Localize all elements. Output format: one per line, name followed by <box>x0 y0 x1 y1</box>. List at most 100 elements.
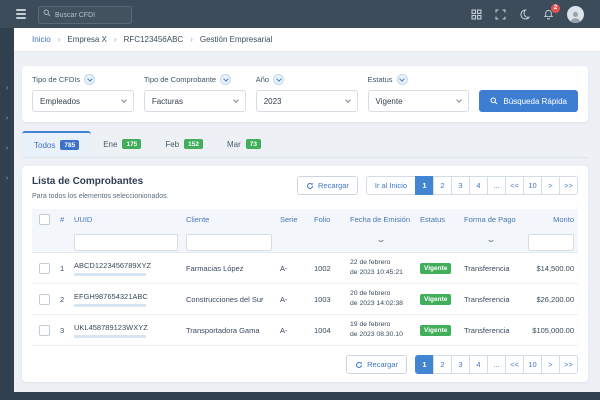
list-title: Lista de Comprobantes <box>32 176 144 187</box>
quick-search-button[interactable]: Búsqueda Rápida <box>479 90 578 112</box>
pager-page[interactable]: 2 <box>433 176 452 195</box>
chevron-chip-icon[interactable] <box>396 74 408 85</box>
search-input[interactable] <box>38 6 132 25</box>
uuid-highlight-bar <box>74 334 146 338</box>
estatus-select[interactable]: Vigente <box>367 90 470 112</box>
reload-button[interactable]: Recargar <box>346 355 407 374</box>
pager-ellipsis[interactable]: ... <box>487 176 506 195</box>
pager-page[interactable]: 4 <box>469 355 488 374</box>
column-header: # <box>60 214 65 224</box>
pager-page[interactable]: 2 <box>433 355 452 374</box>
tab-ene[interactable]: Ene 175 <box>91 131 153 157</box>
breadcrumb-separator: › <box>113 35 117 44</box>
table-header-row: # UUID Cliente Serie Folio Fecha de Emis… <box>32 209 578 229</box>
tab-count-badge: 785 <box>60 140 80 150</box>
tipo-comprobante-select[interactable]: Facturas <box>143 90 246 112</box>
chevron-chip-icon[interactable] <box>220 74 232 85</box>
fecha-line2: de 2023 10:45:21 <box>350 269 403 276</box>
sidebar-chevron-icon[interactable]: › <box>6 174 9 182</box>
column-header: Monto <box>553 214 574 224</box>
apps-grid-icon[interactable] <box>471 8 482 20</box>
status-badge: Vigente <box>420 293 452 305</box>
monto-filter-input[interactable] <box>528 233 574 251</box>
pago-filter-chevron-icon[interactable] <box>488 239 494 242</box>
dark-mode-moon-icon[interactable] <box>519 9 530 20</box>
pager-next[interactable]: > <box>541 355 560 374</box>
folio-value: 1002 <box>314 263 331 273</box>
user-avatar[interactable] <box>567 5 584 23</box>
ano-select[interactable]: 2023 <box>255 90 358 112</box>
footer-bar <box>0 392 600 400</box>
tipo-cfdis-select[interactable]: Empleados <box>32 90 134 112</box>
sidebar-chevron-icon[interactable]: › <box>6 114 9 122</box>
pager-ellipsis[interactable]: ... <box>487 355 506 374</box>
breadcrumb-item-empresa[interactable]: Empresa X <box>67 35 107 44</box>
select-all-checkbox[interactable] <box>38 213 50 225</box>
table-row[interactable]: 3 UKL458789123WXYZ Transportadora Gama A… <box>32 315 578 346</box>
filter-label: Estatus <box>367 75 393 84</box>
collapsed-sidebar[interactable]: › › › › <box>0 28 14 400</box>
tab-count-badge: 175 <box>122 139 142 149</box>
pager-page[interactable]: 3 <box>451 355 470 374</box>
table-filter-row <box>32 229 578 253</box>
chevron-chip-icon[interactable] <box>273 74 285 85</box>
month-tabs: Todos 785 Ene 175 Feb 152 Mar 73 <box>22 131 588 158</box>
chevron-chip-icon[interactable] <box>84 74 96 85</box>
pager-page[interactable]: 10 <box>523 355 542 374</box>
fullscreen-icon[interactable] <box>495 8 506 20</box>
pager-go-first[interactable]: Ir al Inicio <box>365 176 416 195</box>
cliente-value: Construcciones del Sur <box>186 294 264 304</box>
tab-label: Mar <box>226 139 241 149</box>
uuid-filter-input[interactable] <box>74 233 178 251</box>
row-checkbox[interactable] <box>38 262 50 274</box>
tab-count-badge: 73 <box>245 139 261 149</box>
pager-next[interactable]: > <box>541 176 560 195</box>
pager-last[interactable]: >> <box>559 355 578 374</box>
breadcrumb-item-inicio[interactable]: Inicio <box>32 35 51 44</box>
select-value: Vigente <box>375 96 403 106</box>
sidebar-chevron-icon[interactable]: › <box>6 84 9 92</box>
breadcrumb: Inicio › Empresa X › RFC123456ABC › Gest… <box>14 28 600 52</box>
reload-button[interactable]: Recargar <box>297 176 358 195</box>
reload-label: Recargar <box>367 360 398 369</box>
pager-page[interactable]: 1 <box>415 176 434 195</box>
select-value: Facturas <box>151 96 183 106</box>
pager-page[interactable]: 1 <box>415 355 434 374</box>
pager-rewind[interactable]: << <box>505 355 524 374</box>
pagination-bottom: Recargar 1 2 3 4 ... << 10 > >> <box>32 355 578 374</box>
uuid-value: UKL458789123WXYZ <box>74 322 148 332</box>
breadcrumb-item-rfc[interactable]: RFC123456ABC <box>124 35 184 44</box>
uuid-value: EFGH987654321ABC <box>74 291 148 301</box>
table-row[interactable]: 2 EFGH987654321ABC Construcciones del Su… <box>32 284 578 315</box>
row-checkbox[interactable] <box>38 324 50 336</box>
pagination-top: Ir al Inicio 1 2 3 4 ... << 10 > >> <box>365 176 578 195</box>
forma-pago-value: Transferencia <box>464 325 510 335</box>
pager-page[interactable]: 4 <box>469 176 488 195</box>
fecha-filter-chevron-icon[interactable] <box>378 239 384 242</box>
filter-tipo-cfdis: Tipo de CFDIs Empleados <box>32 74 134 112</box>
pager-rewind[interactable]: << <box>505 176 524 195</box>
pager-page[interactable]: 10 <box>523 176 542 195</box>
tab-mar[interactable]: Mar 73 <box>215 131 273 157</box>
forma-pago-value: Transferencia <box>464 294 510 304</box>
list-subtitle: Para todos los elementos seleccionionado… <box>32 193 169 200</box>
breadcrumb-separator: › <box>190 35 193 44</box>
tab-todos[interactable]: Todos 785 <box>22 131 92 157</box>
column-header: UUID <box>74 214 93 224</box>
serie-value: A- <box>280 263 288 273</box>
menu-icon[interactable] <box>16 9 26 19</box>
notifications-bell-icon[interactable]: 2 <box>543 3 560 20</box>
tab-feb[interactable]: Feb 152 <box>153 131 215 157</box>
refresh-icon <box>356 361 363 368</box>
row-checkbox[interactable] <box>38 293 50 305</box>
folio-value: 1003 <box>314 294 331 304</box>
table-row[interactable]: 1 ABCD1223456789XYZ Farmacias López A- 1… <box>32 253 578 284</box>
cliente-filter-input[interactable] <box>186 233 272 251</box>
pager-last[interactable]: >> <box>559 176 578 195</box>
breadcrumb-item-gestion[interactable]: Gestión Empresarial <box>200 35 272 44</box>
reload-label: Recargar <box>318 181 349 190</box>
sidebar-chevron-icon[interactable]: › <box>6 144 9 152</box>
breadcrumb-separator: › <box>57 35 61 44</box>
pager-page[interactable]: 3 <box>451 176 470 195</box>
select-value: 2023 <box>263 96 282 106</box>
